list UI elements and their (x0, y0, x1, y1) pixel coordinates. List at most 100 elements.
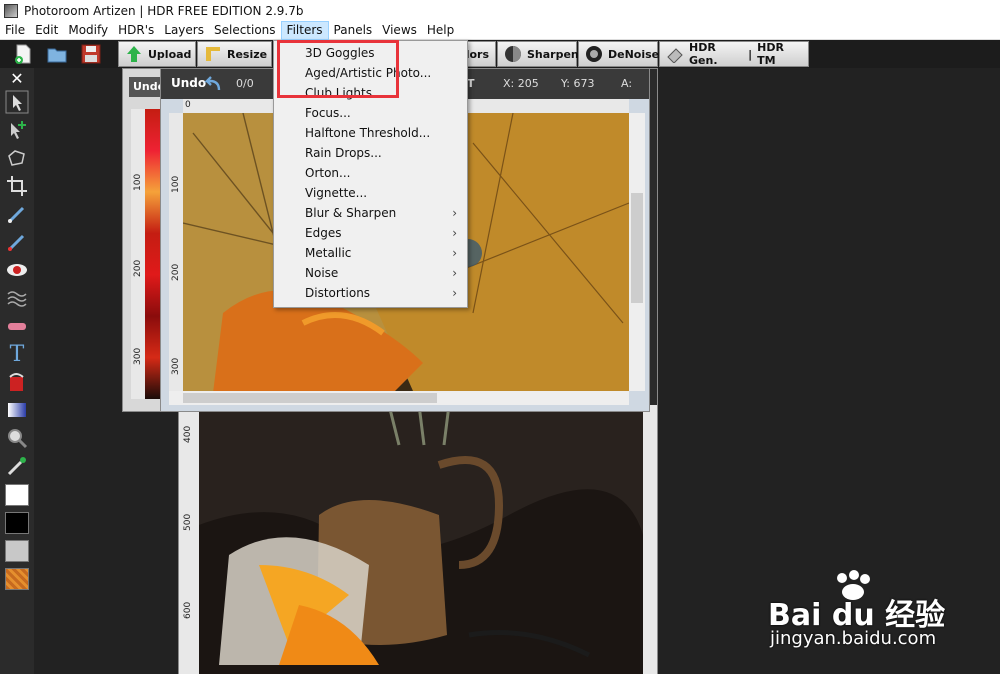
resize-button[interactable]: Resize (197, 41, 272, 67)
title-bar: Photoroom Artizen | HDR FREE EDITION 2.9… (0, 0, 1000, 21)
vertical-ruler: 100 200 300 (169, 113, 183, 391)
eyedropper-icon[interactable] (5, 454, 29, 478)
left-window-undo[interactable]: Undo (129, 77, 165, 97)
ruler-label: 300 (133, 347, 143, 365)
chevron-right-icon: › (452, 286, 457, 300)
left-vertical-ruler: 100 200 300 (131, 109, 145, 399)
sharpen-button[interactable]: Sharpen (497, 41, 579, 67)
brush-icon[interactable] (5, 202, 29, 226)
y-readout: Y: 673 (561, 77, 595, 90)
filter-focus[interactable]: Focus... (274, 103, 467, 123)
ruler-label: 200 (171, 263, 181, 281)
menu-views[interactable]: Views (377, 21, 422, 40)
text-tool-icon[interactable]: T (5, 342, 29, 367)
menu-item-label: Metallic (305, 246, 352, 260)
a-readout: A: (621, 77, 633, 90)
menu-item-label: Edges (305, 226, 342, 240)
texture-swatch[interactable] (5, 568, 29, 590)
menu-filters[interactable]: Filters (280, 20, 329, 40)
main-toolbar: Upload Resize lors Sharpen DeNoise HDR G… (0, 40, 1000, 68)
horizontal-scrollbar[interactable] (169, 391, 629, 405)
menu-item-label: Blur & Sharpen (305, 206, 397, 220)
menu-hdrs[interactable]: HDR's (113, 21, 159, 40)
menu-layers[interactable]: Layers (159, 21, 209, 40)
smudge-icon[interactable] (5, 286, 29, 310)
hdr-button-group: HDR Gen. | HDR TM (659, 41, 809, 67)
app-icon (4, 3, 18, 18)
toolbar-divider: | (748, 47, 753, 61)
foreground-color-swatch[interactable] (5, 484, 29, 506)
menu-file[interactable]: File (0, 21, 30, 40)
menu-item-label: Distortions (305, 286, 371, 300)
filter-edges[interactable]: Edges › (274, 223, 467, 243)
menu-item-label: Halftone Threshold... (305, 126, 431, 140)
chevron-right-icon: › (452, 206, 457, 220)
image-window-left[interactable]: Undo 100 200 300 (122, 68, 165, 412)
hdr-tm-label[interactable]: HDR TM (757, 41, 802, 67)
upload-button[interactable]: Upload (118, 41, 196, 67)
menu-selections[interactable]: Selections (209, 21, 281, 40)
ruler-label: 600 (183, 601, 193, 619)
gray-color-swatch[interactable] (5, 540, 29, 562)
undo-label[interactable]: Undo (171, 76, 206, 90)
pointer-icon[interactable] (5, 90, 29, 114)
background-color-swatch[interactable] (5, 512, 29, 534)
hdr-gen-label[interactable]: HDR Gen. (689, 41, 743, 67)
back-vertical-scrollbar[interactable] (643, 405, 657, 674)
gradient-icon[interactable] (5, 398, 29, 422)
filter-metallic[interactable]: Metallic › (274, 243, 467, 263)
close-panel-icon[interactable]: ✕ (5, 66, 29, 90)
paint-bucket-icon[interactable] (5, 370, 29, 394)
menu-bar: File Edit Modify HDR's Layers Selections… (0, 20, 1000, 40)
menu-help[interactable]: Help (422, 21, 459, 40)
chevron-right-icon: › (452, 266, 457, 280)
menu-item-label: Vignette... (305, 186, 368, 200)
chevron-right-icon: › (452, 226, 457, 240)
baidu-watermark: Bai du 经验 jingyan.baidu.com (768, 570, 948, 650)
upload-label: Upload (148, 47, 192, 61)
hdr-gen-icon (667, 48, 683, 63)
resize-icon (206, 47, 220, 61)
menu-panels[interactable]: Panels (329, 21, 378, 40)
menu-item-label: Rain Drops... (305, 146, 382, 160)
filter-halftone-threshold[interactable]: Halftone Threshold... (274, 123, 467, 143)
ruler-label: 100 (133, 173, 143, 191)
denoise-label: DeNoise (608, 47, 660, 61)
zoom-icon[interactable] (5, 426, 29, 450)
highlight-box (277, 40, 399, 98)
filter-rain-drops[interactable]: Rain Drops... (274, 143, 467, 163)
undo-icon[interactable] (203, 76, 223, 92)
lasso-icon[interactable] (5, 146, 29, 170)
filter-orton[interactable]: Orton... (274, 163, 467, 183)
sharpen-icon (505, 46, 521, 62)
vertical-scroll-thumb[interactable] (631, 193, 643, 303)
new-file-icon[interactable] (12, 43, 34, 65)
horizontal-scroll-thumb[interactable] (183, 393, 437, 403)
ruler-label: 300 (171, 357, 181, 375)
t-label: T (467, 77, 475, 90)
vertical-scrollbar[interactable] (629, 113, 645, 391)
ruler-zero: 0 (185, 100, 191, 110)
ruler-label: 100 (171, 175, 181, 193)
menu-item-label: Orton... (305, 166, 351, 180)
save-icon[interactable] (80, 43, 102, 65)
add-selection-icon[interactable] (5, 118, 29, 142)
filter-distortions[interactable]: Distortions › (274, 283, 467, 303)
menu-edit[interactable]: Edit (30, 21, 63, 40)
filter-vignette[interactable]: Vignette... (274, 183, 467, 203)
undo-count: 0/0 (236, 77, 254, 90)
still-life-photo (199, 405, 643, 674)
sharpen-label: Sharpen (527, 47, 579, 61)
denoise-button[interactable]: DeNoise (578, 41, 660, 67)
red-eye-icon[interactable] (5, 258, 29, 282)
crop-icon[interactable] (5, 174, 29, 198)
paint-brush-icon[interactable] (5, 230, 29, 254)
tools-panel: ✕ T (0, 68, 34, 674)
filter-blur-sharpen[interactable]: Blur & Sharpen › (274, 203, 467, 223)
open-folder-icon[interactable] (46, 43, 68, 65)
eraser-icon[interactable] (5, 314, 29, 338)
colors-label: lors (465, 47, 489, 61)
menu-modify[interactable]: Modify (63, 21, 113, 40)
ruler-label: 400 (183, 425, 193, 443)
filter-noise[interactable]: Noise › (274, 263, 467, 283)
